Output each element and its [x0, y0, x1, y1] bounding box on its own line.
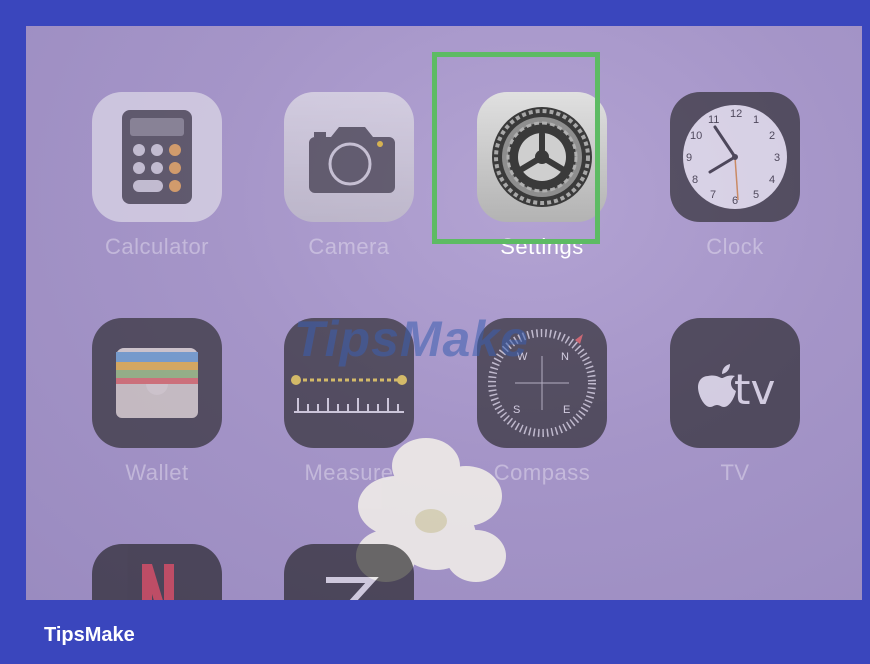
footer-bar: TipsMake	[0, 600, 870, 664]
clock-numeral: 1	[753, 114, 759, 126]
calculator-icon	[92, 92, 222, 222]
wallet-icon	[92, 318, 222, 448]
tv-icon-text: tv	[734, 365, 775, 414]
app-zoom[interactable]	[284, 544, 414, 600]
wallet-label: Wallet	[125, 460, 189, 485]
app-wallet[interactable]: Wallet	[92, 318, 222, 486]
clock-numeral: 11	[708, 114, 719, 126]
clock-numeral: 2	[769, 130, 775, 142]
watermark: TipsMake	[294, 311, 529, 367]
app-netflix[interactable]	[92, 544, 222, 600]
measure-label: Measure	[304, 460, 394, 485]
camera-label: Camera	[308, 234, 390, 259]
z-app-icon	[284, 544, 414, 600]
compass-east: E	[563, 404, 570, 416]
clock-numeral: 10	[690, 130, 702, 142]
clock-label: Clock	[706, 234, 764, 259]
clock-numeral: 3	[774, 152, 780, 164]
compass-south: S	[513, 404, 520, 416]
app-tv[interactable]: tv TV	[670, 318, 800, 486]
clock-numeral: 5	[753, 189, 759, 201]
apple-logo-icon	[698, 364, 736, 407]
app-camera[interactable]: Camera	[284, 92, 414, 260]
calculator-label: Calculator	[104, 234, 210, 259]
compass-north: N	[561, 351, 569, 363]
clock-numeral: 12	[730, 108, 742, 120]
clock-numeral: 7	[710, 189, 716, 201]
tv-label: TV	[720, 460, 750, 485]
app-clock[interactable]: 12 1 2 3 4 5 6 7 8 9 10 11 Clock	[670, 92, 800, 260]
app-calculator[interactable]: Calculator	[92, 92, 222, 260]
footer-brand: TipsMake	[44, 624, 135, 646]
clock-numeral: 8	[692, 174, 698, 186]
clock-icon: 12 1 2 3 4 5 6 7 8 9 10 11	[670, 92, 800, 222]
clock-numeral: 9	[686, 152, 692, 164]
settings-highlight-box	[432, 52, 600, 244]
camera-icon	[284, 92, 414, 222]
netflix-icon	[92, 544, 222, 600]
compass-label: Compass	[493, 460, 591, 485]
tv-icon: tv	[670, 318, 800, 448]
clock-numeral: 4	[769, 174, 775, 186]
